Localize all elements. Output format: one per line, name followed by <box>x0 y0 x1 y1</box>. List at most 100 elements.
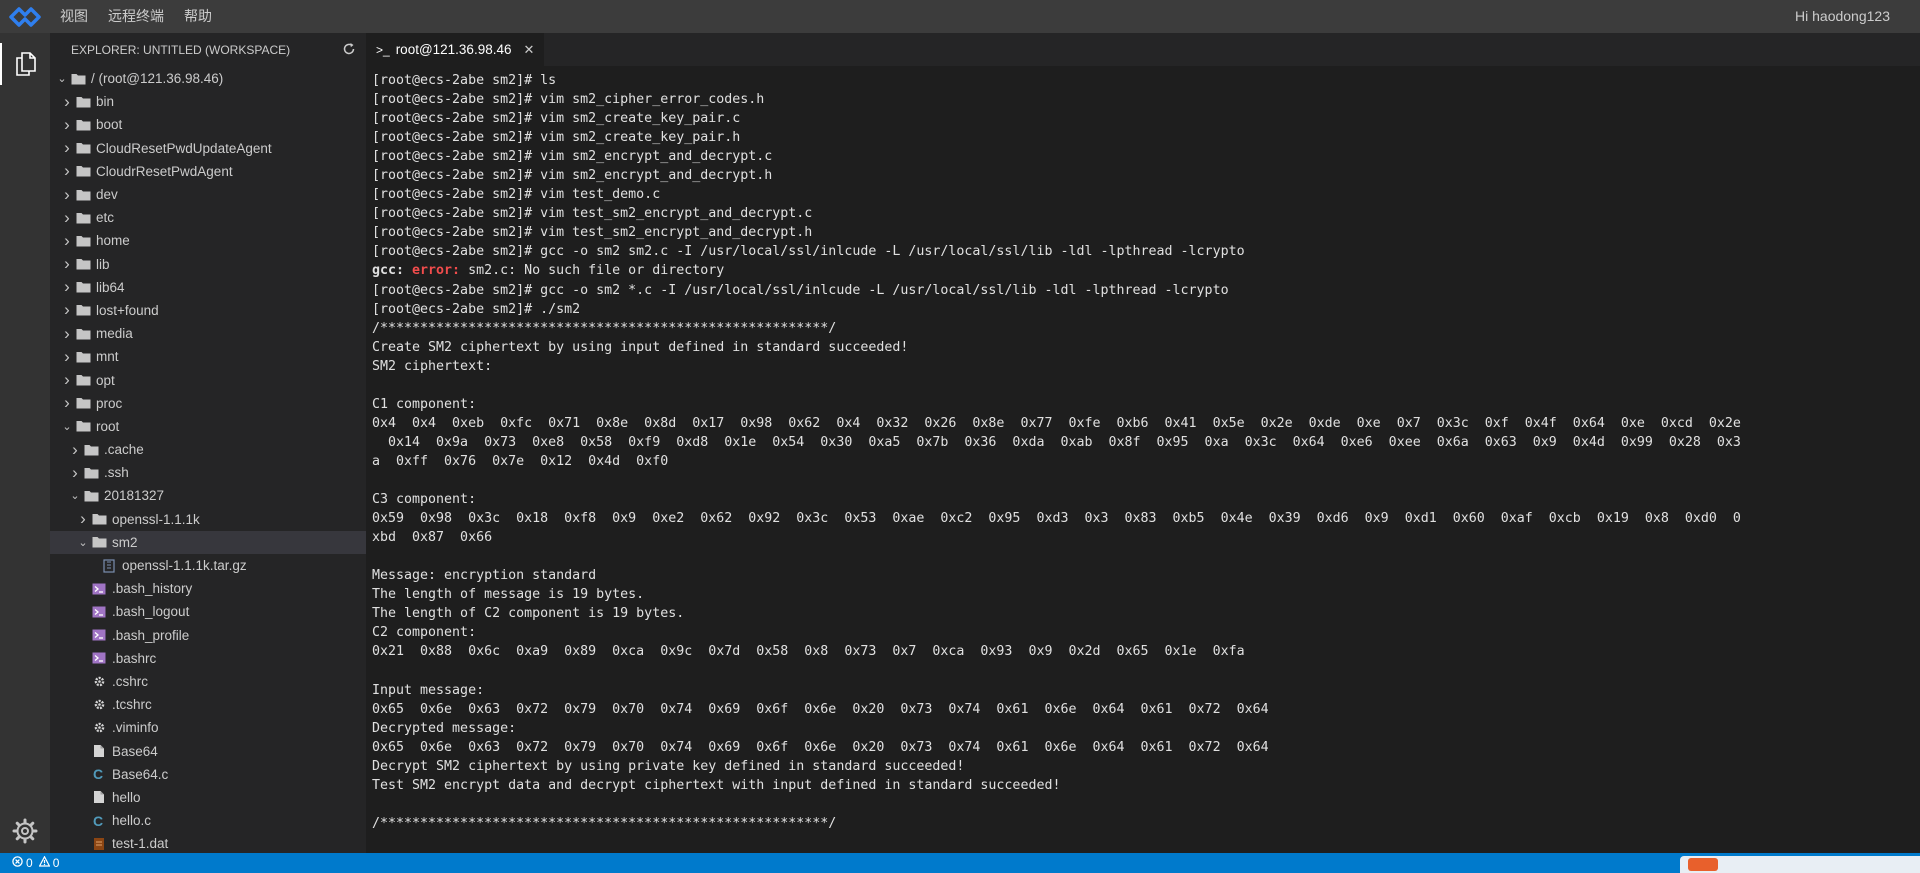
tree-item[interactable]: hello <box>50 786 366 809</box>
tree-item[interactable]: › proc <box>50 392 366 415</box>
tree-item[interactable]: openssl-1.1.1k.tar.gz <box>50 554 366 577</box>
chevron-down-icon: ⌄ <box>62 420 72 433</box>
terminal-line: SM2 ciphertext: <box>372 358 493 374</box>
terminal-line: 0x21 0x88 0x6c 0xa9 0x89 0xca 0x9c 0x7d … <box>372 644 1245 660</box>
tree-root[interactable]: ⌄ / (root@121.36.98.46) <box>50 67 366 90</box>
tree-item[interactable]: .bash_profile <box>50 624 366 647</box>
tree-item-label: .cshrc <box>112 673 149 689</box>
terminal-line: 0x14 0x9a 0x73 0xe8 0x58 0xf9 0xd8 0x1e … <box>372 434 1741 450</box>
folder-icon <box>74 349 92 365</box>
tab-label: root@121.36.98.46 <box>395 42 512 57</box>
menu-bar: 视图 远程终端 帮助 Hi haodong123 <box>0 0 1920 33</box>
tree-item-label: .bash_history <box>112 581 193 597</box>
terminal-line: Decrypted message: <box>372 720 517 736</box>
system-tray-overlay[interactable] <box>1680 856 1920 873</box>
tree-item[interactable]: › lib64 <box>50 276 366 299</box>
tree-item-label: .ssh <box>104 465 129 481</box>
tree-item-label: .bashrc <box>112 650 157 666</box>
tree-item[interactable]: › lost+found <box>50 299 366 322</box>
data-file-icon <box>90 836 108 852</box>
chevron-right-icon: › <box>64 300 70 320</box>
terminal-line: /***************************************… <box>372 815 837 831</box>
problems-indicator[interactable]: 0 0 <box>12 855 59 870</box>
tree-item[interactable]: › .cache <box>50 438 366 461</box>
tree-item[interactable]: › .ssh <box>50 461 366 484</box>
tree-item[interactable]: .bashrc <box>50 647 366 670</box>
chevron-right-icon: › <box>64 138 70 158</box>
terminal-line: [root@ecs-2abe sm2]# vim sm2_create_key_… <box>372 130 741 146</box>
settings-gear-icon[interactable] <box>0 811 50 851</box>
folder-icon <box>90 534 108 550</box>
chevron-right-icon: › <box>64 277 70 297</box>
menu-view[interactable]: 视图 <box>50 0 98 33</box>
close-icon[interactable]: ✕ <box>523 42 534 58</box>
tree-item[interactable]: › mnt <box>50 345 366 368</box>
terminal-output[interactable]: [root@ecs-2abe sm2]# ls [root@ecs-2abe sm… <box>366 66 1920 833</box>
user-greeting[interactable]: Hi haodong123 <box>1795 0 1890 33</box>
chevron-down-icon: ⌄ <box>78 536 88 549</box>
tree-item[interactable]: › home <box>50 229 366 252</box>
explorer-files-icon[interactable] <box>0 43 50 85</box>
status-bar: 0 0 <box>0 853 1920 873</box>
folder-icon <box>74 302 92 318</box>
svg-text:C: C <box>93 814 103 828</box>
terminal-line: C2 component: <box>372 625 477 641</box>
terminal-line: /***************************************… <box>372 320 837 336</box>
tree-item[interactable]: › openssl-1.1.1k <box>50 508 366 531</box>
terminal-line: Message: encryption standard <box>372 568 597 584</box>
chevron-right-icon: › <box>80 509 86 529</box>
terminal-line: [root@ecs-2abe sm2]# vim sm2_create_key_… <box>372 111 741 127</box>
refresh-icon[interactable] <box>342 42 356 59</box>
error-prefix: gcc: <box>372 263 413 279</box>
terminal-line: C3 component: <box>372 492 477 508</box>
tree-item[interactable]: test-1.dat <box>50 832 366 853</box>
tree-item[interactable]: › etc <box>50 206 366 229</box>
folder-icon <box>74 326 92 342</box>
tree-item[interactable]: .cshrc <box>50 670 366 693</box>
tree-item-label: root <box>96 418 120 434</box>
terminal-line: xbd 0x87 0x66 <box>372 530 493 546</box>
folder-icon <box>69 71 87 87</box>
terminal-line: The length of C2 component is 19 bytes. <box>372 606 685 622</box>
terminal-line: [root@ecs-2abe sm2]# ls <box>372 73 557 88</box>
tree-item[interactable]: › media <box>50 322 366 345</box>
folder-icon <box>74 418 92 434</box>
tree-item[interactable]: ⌄ 20181327 <box>50 484 366 507</box>
chevron-right-icon: › <box>64 184 70 204</box>
menu-remote-terminal[interactable]: 远程终端 <box>98 0 174 33</box>
shell-file-icon <box>90 627 108 643</box>
tree-item[interactable]: C Base64.c <box>50 763 366 786</box>
app-logo[interactable] <box>0 0 50 33</box>
tree-item-label: .tcshrc <box>112 697 152 713</box>
tree-item[interactable]: › boot <box>50 113 366 136</box>
tree-item[interactable]: › opt <box>50 368 366 391</box>
tree-item[interactable]: › lib <box>50 253 366 276</box>
tree-item-label: 20181327 <box>104 488 165 504</box>
tray-app-icon[interactable] <box>1688 858 1718 871</box>
tab-terminal[interactable]: >_ root@121.36.98.46 ✕ <box>366 33 545 66</box>
menu-help[interactable]: 帮助 <box>174 0 222 33</box>
folder-icon <box>74 140 92 156</box>
folder-icon <box>74 256 92 272</box>
tree-item[interactable]: › bin <box>50 90 366 113</box>
terminal-line: [root@ecs-2abe sm2]# vim sm2_encrypt_and… <box>372 168 773 184</box>
tree-item[interactable]: ⌄ sm2 <box>50 530 366 554</box>
tree-item[interactable]: .bash_logout <box>50 600 366 623</box>
tree-item[interactable]: Base64 <box>50 739 366 762</box>
tree-item-label: media <box>96 326 133 342</box>
tree-item[interactable]: › CloudrResetPwdAgent <box>50 160 366 183</box>
tree-item[interactable]: Chello.c <box>50 809 366 832</box>
tree-item[interactable]: .tcshrc <box>50 693 366 716</box>
tree-item[interactable]: .viminfo <box>50 716 366 739</box>
tree-item[interactable]: › dev <box>50 183 366 206</box>
tree-item[interactable]: .bash_history <box>50 577 366 600</box>
folder-icon <box>90 511 108 527</box>
shell-file-icon <box>90 604 108 620</box>
tree-item[interactable]: ⌄ root <box>50 415 366 438</box>
terminal-icon: >_ <box>376 42 390 57</box>
chevron-right-icon: › <box>64 323 70 343</box>
tree-item[interactable]: › CloudResetPwdUpdateAgent <box>50 137 366 160</box>
